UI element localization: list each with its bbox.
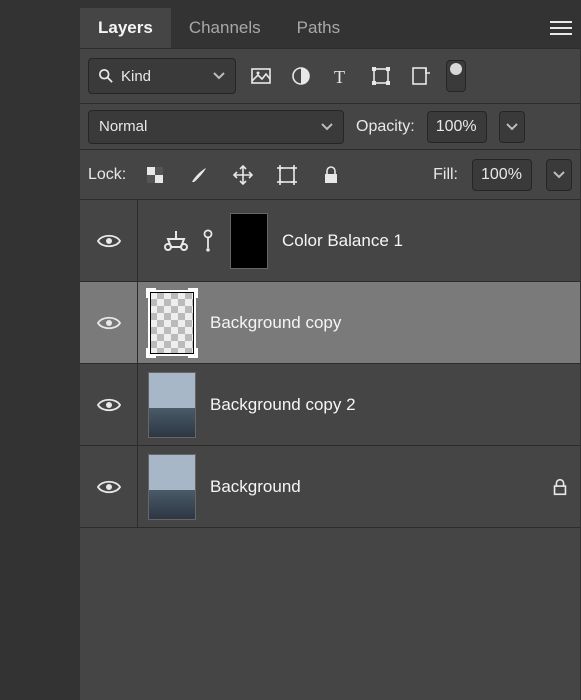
eye-icon (97, 315, 121, 331)
lock-icon (320, 164, 342, 186)
shape-icon (370, 65, 392, 87)
filter-kind-label: Kind (121, 68, 151, 85)
move-icon (232, 164, 254, 186)
brush-icon (188, 164, 210, 186)
lock-image-pixels[interactable] (184, 160, 214, 190)
tab-layers[interactable]: Layers (80, 8, 171, 48)
eye-icon (97, 233, 121, 249)
blend-mode-value: Normal (99, 118, 147, 135)
panel-tabs: Layers Channels Paths (80, 8, 580, 48)
adjustment-icon (290, 65, 312, 87)
layer-thumbnail[interactable] (148, 290, 196, 356)
panel-menu-button[interactable] (542, 8, 580, 48)
chevron-down-icon (506, 123, 518, 131)
filter-shape-layers[interactable] (366, 61, 396, 91)
color-balance-icon (162, 227, 190, 255)
layer-thumbnail[interactable] (148, 372, 196, 438)
filter-row: Kind T (80, 48, 580, 104)
image-icon (250, 65, 272, 87)
opacity-label: Opacity: (356, 118, 415, 136)
layer-name: Background (210, 477, 301, 497)
search-icon (99, 69, 113, 83)
lock-artboard-nesting[interactable] (272, 160, 302, 190)
tab-paths[interactable]: Paths (279, 8, 358, 48)
transparency-lock-icon (144, 164, 166, 186)
lock-position[interactable] (228, 160, 258, 190)
filter-toggle-switch[interactable] (446, 60, 466, 92)
lock-label: Lock: (88, 166, 126, 184)
layer-row-background-copy-2[interactable]: Background copy 2 (80, 364, 580, 446)
layer-row-background-copy[interactable]: Background copy (80, 282, 580, 364)
layer-thumbnail[interactable] (148, 454, 196, 520)
layer-name: Background copy (210, 313, 341, 333)
opacity-value-field[interactable]: 100% (427, 111, 487, 143)
layer-row-color-balance[interactable]: Color Balance 1 (80, 200, 580, 282)
eye-icon (97, 479, 121, 495)
filter-kind-select[interactable]: Kind (88, 58, 236, 94)
fill-dropdown-button[interactable] (546, 159, 572, 191)
lock-icon (550, 477, 570, 497)
visibility-toggle[interactable] (80, 282, 138, 363)
lock-row: Lock: (80, 150, 580, 200)
eye-icon (97, 397, 121, 413)
filter-type-layers[interactable]: T (326, 61, 356, 91)
clip-link-icon[interactable] (200, 227, 216, 255)
layer-name: Color Balance 1 (282, 231, 403, 251)
layer-locked-indicator[interactable] (540, 477, 580, 497)
hamburger-icon (550, 20, 572, 36)
filter-smart-objects[interactable] (406, 61, 436, 91)
chevron-down-icon (321, 123, 333, 131)
type-icon: T (330, 65, 352, 87)
switch-knob (450, 63, 462, 75)
layer-row-background[interactable]: Background (80, 446, 580, 528)
fill-value: 100% (481, 166, 522, 184)
visibility-toggle[interactable] (80, 446, 138, 527)
artboard-icon (276, 164, 298, 186)
smart-object-icon (410, 65, 432, 87)
lock-transparent-pixels[interactable] (140, 160, 170, 190)
filter-adjustment-layers[interactable] (286, 61, 316, 91)
visibility-toggle[interactable] (80, 364, 138, 445)
lock-all[interactable] (316, 160, 346, 190)
chevron-down-icon (213, 72, 225, 80)
fill-value-field[interactable]: 100% (472, 159, 532, 191)
fill-label: Fill: (433, 166, 458, 184)
visibility-toggle[interactable] (80, 200, 138, 281)
layers-panel: Layers Channels Paths Kind (80, 8, 580, 700)
filter-pixel-layers[interactable] (246, 61, 276, 91)
blend-row: Normal Opacity: 100% (80, 104, 580, 150)
opacity-value: 100% (436, 118, 477, 136)
blend-mode-select[interactable]: Normal (88, 110, 344, 144)
chevron-down-icon (553, 171, 565, 179)
layer-list: Color Balance 1 Background copy (80, 200, 580, 528)
layer-mask-thumbnail[interactable] (230, 213, 268, 269)
opacity-dropdown-button[interactable] (499, 111, 525, 143)
tab-channels[interactable]: Channels (171, 8, 279, 48)
svg-text:T: T (334, 67, 345, 87)
layer-name: Background copy 2 (210, 395, 356, 415)
